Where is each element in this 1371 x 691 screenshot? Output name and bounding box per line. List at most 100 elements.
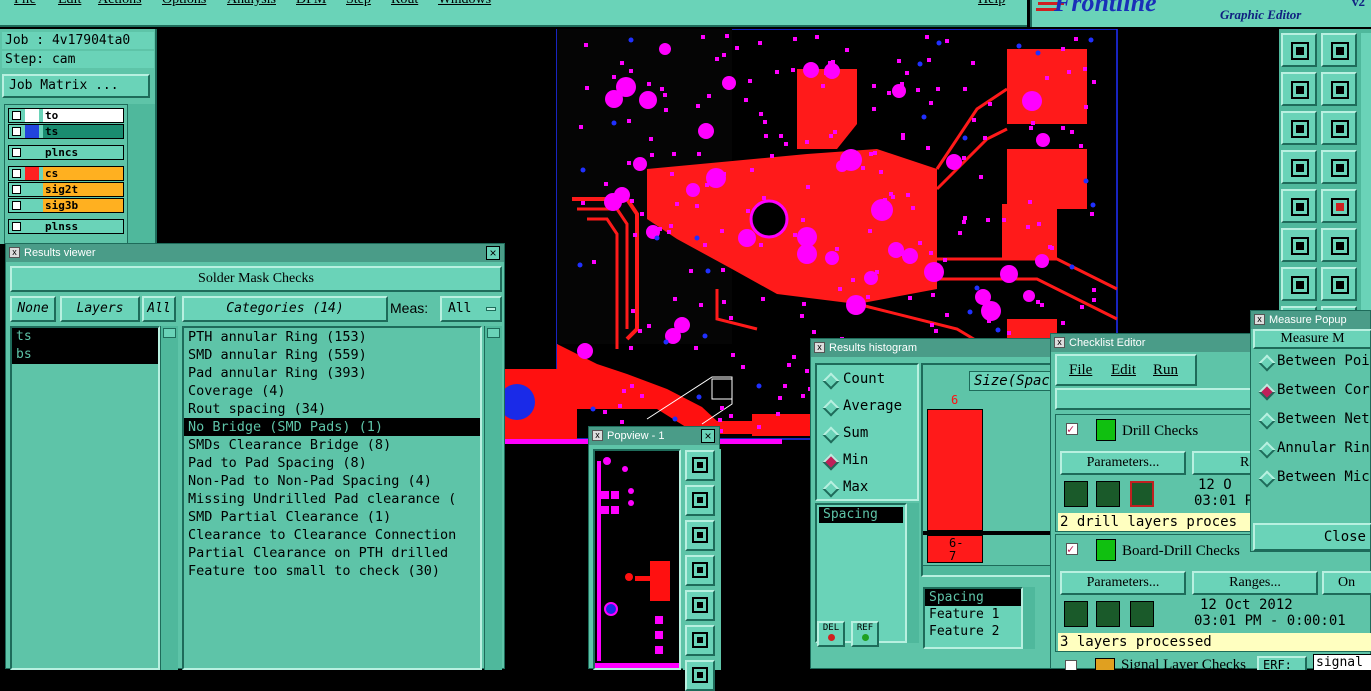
net-icon[interactable] xyxy=(1281,267,1317,301)
window-menu-icon[interactable]: x xyxy=(814,342,825,353)
layer-list-scrollbar[interactable] xyxy=(160,326,178,670)
layer-checkbox[interactable] xyxy=(12,111,21,120)
zoom-icon[interactable] xyxy=(1321,111,1357,145)
layer-row-cs[interactable]: cs xyxy=(8,166,124,181)
layer-checkbox[interactable] xyxy=(12,148,21,157)
check-result-item[interactable]: Partial Clearance on PTH drilled xyxy=(184,544,480,562)
results-viewer-titlebar[interactable]: x Results viewer × xyxy=(6,244,504,262)
erf-button[interactable]: ERF: xyxy=(1257,656,1307,670)
check-result-item[interactable]: No Bridge (SMD Pads) (1) xyxy=(184,418,480,436)
job-matrix-button[interactable]: Job Matrix ... xyxy=(2,74,150,98)
import-icon[interactable] xyxy=(1281,72,1317,106)
histogram-titlebar[interactable]: x Results histogram xyxy=(811,339,1054,357)
pan-down-icon[interactable] xyxy=(685,520,715,551)
snap-icon[interactable] xyxy=(1321,228,1357,262)
menu-windows[interactable]: Windows xyxy=(438,0,491,8)
menu-rout[interactable]: Rout xyxy=(391,0,418,8)
check-result-item[interactable]: SMD Partial Clearance (1) xyxy=(184,508,480,526)
histogram-hscrollbar[interactable] xyxy=(923,565,1054,575)
layer-color-swatch[interactable] xyxy=(25,220,39,233)
scroll-up-icon[interactable] xyxy=(487,328,500,338)
open-icon[interactable] xyxy=(1281,33,1317,67)
pan-up-icon[interactable] xyxy=(685,485,715,516)
layer-row-plnss[interactable]: plnss xyxy=(8,219,124,234)
pan-right-icon[interactable] xyxy=(685,590,715,621)
measure-radio[interactable] xyxy=(1258,383,1276,401)
scroll-up-icon[interactable] xyxy=(163,328,176,338)
layer-result-item[interactable]: ts xyxy=(12,328,158,346)
layer-color-swatch[interactable] xyxy=(25,125,39,138)
window-menu-icon[interactable]: x xyxy=(9,247,20,258)
layer-row-sig2t[interactable]: sig2t xyxy=(8,182,124,197)
layer-color-swatch[interactable] xyxy=(25,199,39,212)
menu-analysis[interactable]: Analysis xyxy=(227,0,276,8)
ranges-button[interactable]: Ranges... xyxy=(1192,571,1318,595)
run-icon[interactable] xyxy=(1064,481,1088,507)
detail-item[interactable]: Feature 2 xyxy=(925,623,1021,640)
radio-min[interactable] xyxy=(822,453,840,471)
run-icon[interactable] xyxy=(1130,481,1154,507)
layers-button[interactable]: Layers xyxy=(60,296,140,322)
pan-left-icon[interactable] xyxy=(685,555,715,586)
check-result-item[interactable]: Feature too small to check (30) xyxy=(184,562,480,580)
checklist-menu-edit[interactable]: Edit xyxy=(1111,362,1136,379)
layer-color-swatch[interactable] xyxy=(25,146,39,159)
radio-max[interactable] xyxy=(822,480,840,498)
close-button[interactable]: Close xyxy=(1253,523,1371,551)
menu-file[interactable]: File xyxy=(14,0,36,8)
menu-dfm[interactable]: DFM xyxy=(296,0,326,8)
detail-item[interactable]: Feature 1 xyxy=(925,606,1021,623)
probe-icon[interactable] xyxy=(1281,189,1317,223)
measure-radio[interactable] xyxy=(1258,441,1276,459)
parameters-button[interactable]: Parameters... xyxy=(1060,451,1186,475)
layer-color-swatch[interactable] xyxy=(25,109,39,122)
check-result-item[interactable]: PTH annular Ring (153) xyxy=(184,328,480,346)
check-result-item[interactable]: Missing Undrilled Pad clearance ( xyxy=(184,490,480,508)
check-list-scrollbar[interactable] xyxy=(484,326,502,670)
radio-sum[interactable] xyxy=(822,426,840,444)
run-icon[interactable] xyxy=(1096,601,1120,627)
size-field[interactable]: Size(Spac xyxy=(969,371,1054,391)
check-result-item[interactable]: Rout spacing (34) xyxy=(184,400,480,418)
radio-count[interactable] xyxy=(822,372,840,390)
check-result-item[interactable]: Pad to Pad Spacing (8) xyxy=(184,454,480,472)
home-icon[interactable] xyxy=(685,660,715,691)
layer-row-ts[interactable]: ts xyxy=(8,124,124,139)
menu-help[interactable]: Help xyxy=(978,0,1005,8)
check-result-item[interactable]: Clearance to Clearance Connection xyxy=(184,526,480,544)
menu-step[interactable]: Step xyxy=(346,0,371,8)
erf-field[interactable]: signal xyxy=(1313,654,1371,670)
field-item[interactable]: Spacing xyxy=(819,507,903,523)
menu-actions[interactable]: Actions xyxy=(98,0,142,8)
pin-icon[interactable] xyxy=(1281,150,1317,184)
run-icon[interactable] xyxy=(1096,481,1120,507)
measure-titlebar[interactable]: x Measure Popup xyxy=(1251,311,1370,329)
on-button[interactable]: On xyxy=(1322,571,1371,595)
cross-icon[interactable] xyxy=(1321,267,1357,301)
del-button[interactable]: DEL xyxy=(817,621,845,647)
pointer-icon[interactable] xyxy=(1321,189,1357,223)
histogram-detail-list[interactable]: Spacing Feature 1 Feature 2 xyxy=(923,587,1023,649)
check-result-item[interactable]: Non-Pad to Non-Pad Spacing (4) xyxy=(184,472,480,490)
layer-row-plncs[interactable]: plncs xyxy=(8,145,124,160)
measure-radio[interactable] xyxy=(1258,470,1276,488)
close-icon[interactable]: × xyxy=(486,246,500,260)
window-menu-icon[interactable]: x xyxy=(1054,337,1065,348)
close-icon[interactable]: × xyxy=(701,429,715,443)
check-results-list[interactable]: PTH annular Ring (153) SMD annular Ring (… xyxy=(182,326,482,670)
layer-checkbox[interactable] xyxy=(12,201,21,210)
categories-button[interactable]: Categories (14) xyxy=(182,296,388,322)
layer-checkbox[interactable] xyxy=(12,169,21,178)
layer-result-item[interactable]: bs xyxy=(12,346,158,364)
layer-row-sig3b[interactable]: sig3b xyxy=(8,198,124,213)
checklist-menu-run[interactable]: Run xyxy=(1153,362,1178,379)
layer-color-swatch[interactable] xyxy=(25,183,39,196)
layer-color-swatch[interactable] xyxy=(25,167,39,180)
radio-average[interactable] xyxy=(822,399,840,417)
layer-checkbox[interactable] xyxy=(12,127,21,136)
check-result-item[interactable]: Pad annular Ring (393) xyxy=(184,364,480,382)
parameters-button[interactable]: Parameters... xyxy=(1060,571,1186,595)
save-icon[interactable] xyxy=(1321,33,1357,67)
select-area-icon[interactable] xyxy=(1281,228,1317,262)
layer-checkbox[interactable] xyxy=(12,185,21,194)
